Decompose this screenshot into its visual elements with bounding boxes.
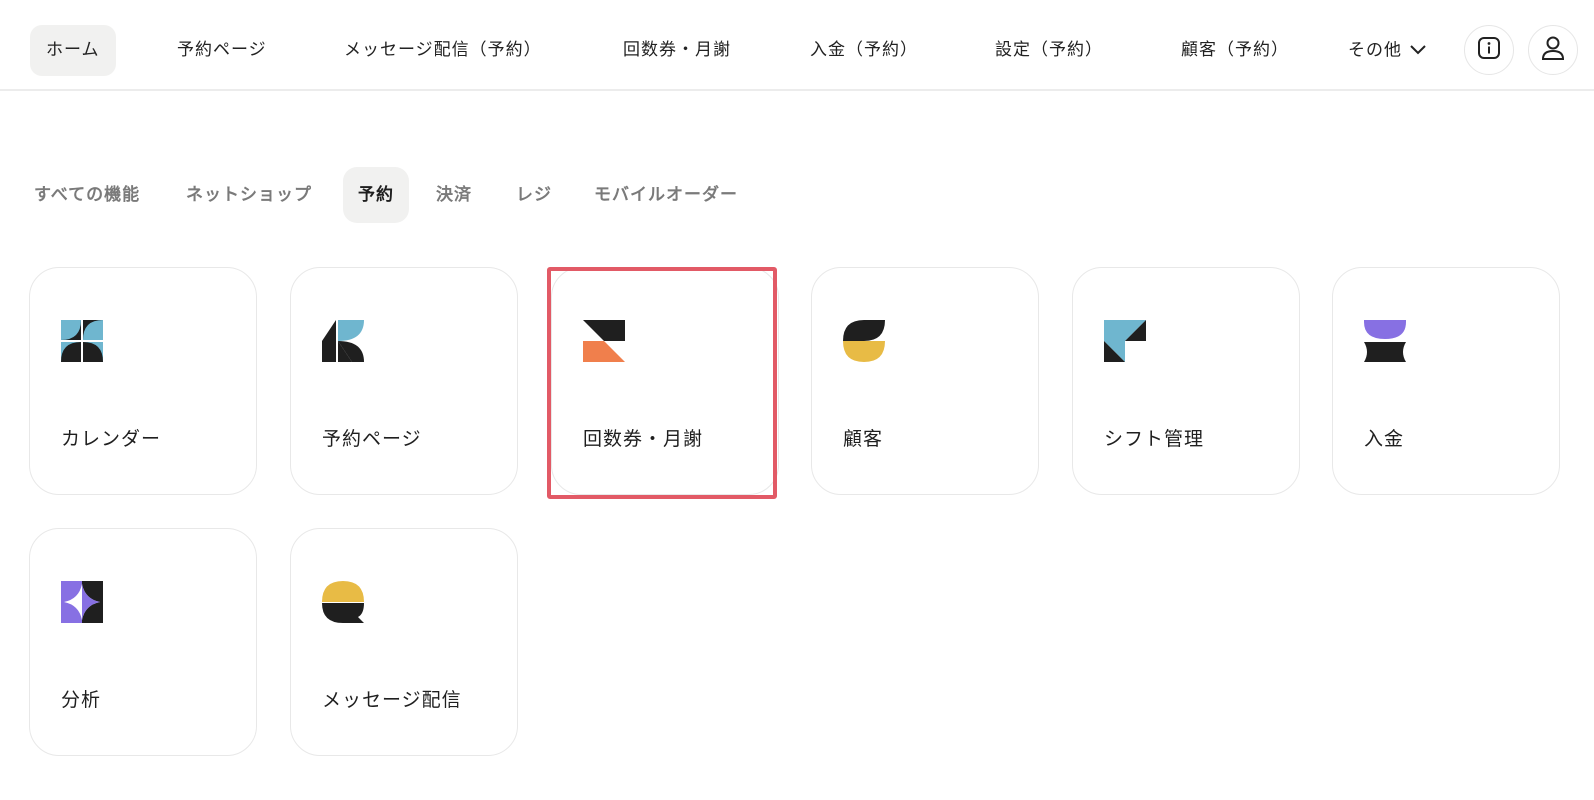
feature-card-deposit[interactable]: 入金 [1332,267,1560,495]
user-account-button[interactable] [1528,25,1578,75]
nav-more-menu[interactable]: その他 [1348,25,1426,76]
filter-reservation[interactable]: 予約 [343,167,409,223]
top-navigation: ホーム 予約ページ メッセージ配信（予約） 回数券・月謝 入金（予約） 設定（予… [0,0,1594,91]
nav-settings[interactable]: 設定（予約） [995,25,1103,76]
nav-home[interactable]: ホーム [30,25,116,76]
feature-card-calendar[interactable]: カレンダー [29,267,257,495]
filter-register[interactable]: レジ [516,167,552,223]
user-icon [1541,35,1565,65]
analytics-icon [61,581,103,623]
feature-card-label: 回数券・月謝 [583,428,704,450]
message-icon [322,581,364,623]
feature-card-label: 予約ページ [322,428,422,450]
chevron-down-icon [1410,25,1426,76]
feature-card-label: カレンダー [61,428,162,450]
filter-payment[interactable]: 決済 [436,167,472,223]
filter-net-shop[interactable]: ネットショップ [186,167,312,223]
feature-card-analytics[interactable]: 分析 [29,528,257,756]
feature-card-label: 入金 [1364,428,1405,450]
info-icon [1477,36,1501,64]
calendar-icon [61,320,103,362]
booking-page-icon [322,320,364,362]
feature-card-shift[interactable]: シフト管理 [1072,267,1300,495]
filter-all-features[interactable]: すべての機能 [34,167,140,223]
feature-card-booking-page[interactable]: 予約ページ [290,267,518,495]
shift-icon [1104,320,1146,362]
nav-message-delivery[interactable]: メッセージ配信（予約） [344,25,542,76]
nav-deposit[interactable]: 入金（予約） [810,25,918,76]
nav-more-label: その他 [1348,40,1402,61]
deposit-icon [1364,320,1406,362]
feature-card-customers[interactable]: 顧客 [811,267,1039,495]
nav-booking-page[interactable]: 予約ページ [177,25,267,76]
customer-icon [843,320,885,362]
feature-card-tickets[interactable]: 回数券・月謝 [551,267,779,495]
ticket-icon [583,320,625,362]
filter-mobile-order[interactable]: モバイルオーダー [594,167,738,223]
feature-card-label: 分析 [61,689,102,711]
feature-card-label: 顧客 [843,428,884,450]
feature-card-label: シフト管理 [1104,428,1205,450]
feature-card-label: メッセージ配信 [322,689,462,711]
feature-card-messages[interactable]: メッセージ配信 [290,528,518,756]
info-button[interactable] [1464,25,1514,75]
nav-customers[interactable]: 顧客（予約） [1181,25,1289,76]
nav-tickets[interactable]: 回数券・月謝 [623,25,731,76]
